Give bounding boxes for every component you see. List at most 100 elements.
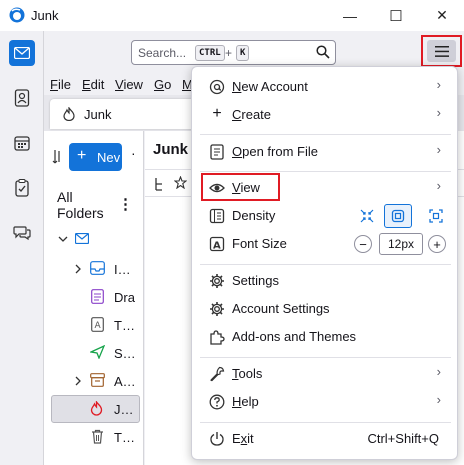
- new-account-icon: [209, 79, 225, 95]
- menuitem-label: Settings: [232, 273, 279, 288]
- mnemonic: O: [232, 144, 243, 159]
- plus-icon: +: [77, 147, 87, 164]
- new-message-button[interactable]: + Nev: [69, 143, 122, 171]
- minimize-button[interactable]: —: [331, 0, 369, 31]
- font-size-value[interactable]: 12px: [379, 233, 423, 255]
- junk-icon: [63, 107, 75, 121]
- menu-edit-rest: dit: [90, 77, 105, 92]
- label-pre: E: [232, 431, 241, 446]
- mnemonic: C: [232, 107, 242, 122]
- close-button[interactable]: ✕: [423, 0, 461, 31]
- trash-icon: [92, 429, 103, 444]
- menuitem-tools[interactable]: Tools ›: [200, 360, 451, 388]
- inbox-icon: [90, 261, 105, 275]
- menu-separator: [200, 422, 451, 423]
- menu-separator: [200, 134, 451, 135]
- font-size-decrease-button[interactable]: −: [354, 235, 372, 253]
- hamburger-icon: [434, 45, 449, 57]
- chevron-right-icon[interactable]: [75, 376, 82, 386]
- menuitem-label: Help: [232, 394, 259, 409]
- menu-go[interactable]: Go: [154, 77, 171, 92]
- menuitem-label: Create: [232, 107, 271, 122]
- window-title: Junk: [31, 8, 59, 23]
- folder-row-trash[interactable]: T…: [44, 423, 144, 451]
- menuitem-exit[interactable]: Exit Ctrl+Shift+Q: [200, 425, 451, 453]
- menuitem-new-account[interactable]: New Account ›: [200, 73, 451, 101]
- archive-icon: [90, 373, 105, 387]
- search-icon: [316, 45, 330, 59]
- address-book-space-button[interactable]: [9, 85, 35, 111]
- folder-name: J…: [114, 402, 134, 417]
- all-folders-heading: All Folders: [57, 189, 104, 221]
- folder-row-drafts[interactable]: Dra: [44, 283, 144, 311]
- folder-row-junk[interactable]: J…: [51, 395, 140, 423]
- menu-view[interactable]: View: [115, 77, 143, 92]
- app-menu-panel: New Account › + Create › Open from File …: [191, 66, 458, 460]
- menuitem-account-settings[interactable]: Account Settings: [200, 295, 451, 323]
- drafts-icon: [91, 289, 104, 304]
- wrench-icon: [210, 366, 225, 382]
- chevron-right-icon: ›: [436, 77, 441, 92]
- folder-row-templates[interactable]: A T…: [44, 311, 144, 339]
- chevron-right-icon: ›: [436, 364, 441, 379]
- shortcut-key-ctrl: CTRL: [195, 45, 225, 61]
- tasks-space-button[interactable]: [9, 175, 35, 201]
- label-rest: it: [247, 431, 254, 446]
- density-normal-button[interactable]: [384, 204, 412, 228]
- star-icon[interactable]: [174, 176, 187, 189]
- maximize-button[interactable]: ☐: [377, 0, 415, 31]
- tab-junk[interactable]: Junk: [50, 99, 200, 129]
- account-mail-icon: [75, 233, 89, 244]
- menu-file[interactable]: File: [50, 77, 71, 92]
- menuitem-settings[interactable]: Settings: [200, 267, 451, 295]
- chat-icon: [13, 226, 31, 241]
- menuitem-addons-themes[interactable]: Add-ons and Themes: [200, 323, 451, 351]
- font-size-increase-button[interactable]: +: [428, 235, 446, 253]
- density-touch-icon: [429, 209, 443, 223]
- mail-space-button[interactable]: [9, 40, 35, 66]
- search-placeholder: Search...: [138, 46, 187, 60]
- font-size-icon: A: [209, 236, 225, 252]
- new-message-label: Nev: [97, 150, 121, 165]
- folder-row-inbox[interactable]: I…: [44, 255, 144, 283]
- chevron-down-icon[interactable]: [58, 235, 68, 243]
- chevron-right-icon[interactable]: [75, 264, 82, 274]
- shortcut-plus: +: [225, 46, 233, 60]
- maximize-icon: ☐: [389, 7, 403, 25]
- menuitem-label: Account Settings: [232, 301, 330, 316]
- gear-icon: [210, 274, 224, 288]
- menu-edit[interactable]: Edit: [82, 77, 104, 92]
- density-touch-button[interactable]: [422, 204, 450, 228]
- tasks-icon: [15, 179, 29, 197]
- global-search-box[interactable]: Search... CTRL + K: [131, 40, 336, 65]
- density-label: Density: [232, 208, 276, 223]
- menuitem-open-from-file[interactable]: Open from File ›: [200, 138, 451, 166]
- folder-row-sent[interactable]: S…: [44, 339, 144, 367]
- folder-mode-icon[interactable]: [52, 149, 62, 165]
- density-compact-button[interactable]: [353, 204, 381, 228]
- open-file-icon: [210, 144, 224, 160]
- tab-label: Junk: [84, 107, 112, 122]
- calendar-space-button[interactable]: [9, 130, 35, 156]
- folder-row-archive[interactable]: A…: [44, 367, 144, 395]
- threads-toggle-icon[interactable]: [153, 177, 165, 191]
- menuitem-font-size: A Font Size − 12px +: [200, 230, 451, 258]
- app-menu-button[interactable]: [427, 40, 456, 62]
- power-icon: [210, 432, 224, 446]
- exit-shortcut: Ctrl+Shift+Q: [367, 431, 439, 446]
- menuitem-label: New Account: [232, 79, 308, 94]
- menuitem-create[interactable]: + Create ›: [200, 101, 451, 129]
- menuitem-label: Add-ons and Themes: [232, 329, 357, 344]
- menuitem-label: Open from File: [232, 144, 318, 159]
- chat-space-button[interactable]: [9, 220, 35, 246]
- menuitem-help[interactable]: Help ›: [200, 388, 451, 416]
- menuitem-density: Density: [200, 202, 451, 230]
- density-normal-icon: [391, 209, 405, 223]
- folder-pane-options-icon[interactable]: ⋮: [118, 195, 133, 213]
- plus-icon: +: [433, 236, 441, 252]
- folder-name: S…: [114, 346, 136, 361]
- menu-file-rest: ile: [57, 77, 71, 92]
- folder-pane: + Nev · All Folders ⋮ I… Dra A T… S… A… …: [44, 131, 144, 465]
- thread-pane-title: Junk: [153, 141, 189, 158]
- title-bar: Junk — ☐ ✕: [0, 0, 464, 31]
